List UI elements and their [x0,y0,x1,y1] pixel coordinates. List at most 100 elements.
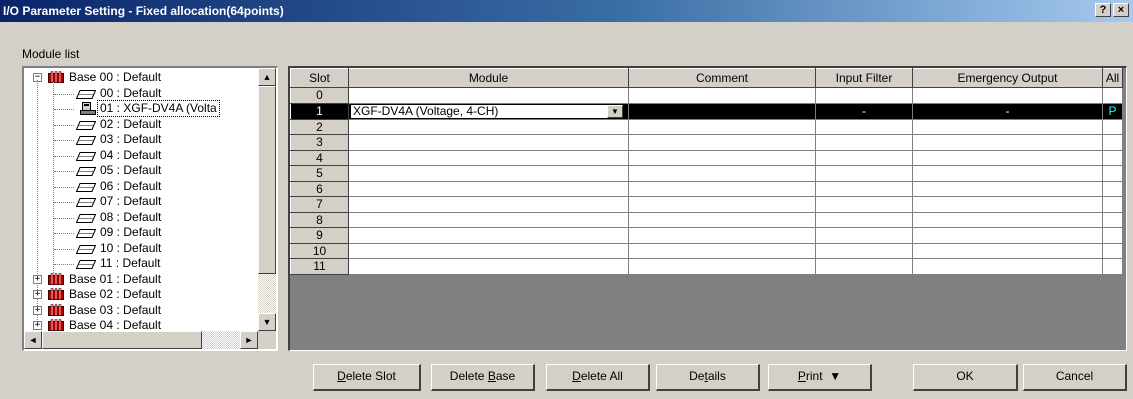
details-button[interactable]: Details [656,364,760,391]
input-filter-cell[interactable] [815,196,913,213]
expand-icon[interactable]: + [33,274,42,284]
module-tree[interactable]: − Base 00 : Default 00 : Default 01 : XGF… [22,66,278,351]
expand-icon[interactable]: + [33,290,42,299]
all-cell[interactable] [1102,134,1123,151]
input-filter-cell[interactable] [815,134,913,151]
scroll-thumb[interactable] [258,86,276,274]
comment-cell[interactable] [628,134,816,151]
tree-item-slot[interactable]: 00 : Default [24,86,258,102]
emergency-output-cell[interactable] [912,134,1103,151]
slot-number-cell[interactable]: 8 [290,211,349,228]
ok-button[interactable]: OK [913,364,1018,391]
scroll-thumb[interactable] [42,331,202,349]
tree-item-base[interactable]: + Base 01 : Default [24,272,258,288]
slot-number-cell[interactable]: 5 [290,165,349,182]
emergency-output-cell[interactable] [912,227,1103,244]
comment-cell[interactable] [628,196,816,213]
tree-item-base[interactable]: + Base 03 : Default [24,303,258,319]
slot-number-cell[interactable]: 1 [290,102,349,120]
slot-number-cell[interactable]: 0 [290,87,349,104]
emergency-output-cell[interactable] [912,87,1103,104]
emergency-output-cell[interactable] [912,165,1103,182]
cancel-button[interactable]: Cancel [1023,364,1127,391]
tree-item-slot[interactable]: 11 : Default [24,256,258,272]
input-filter-cell[interactable] [815,87,913,104]
table-row[interactable]: 8 [290,211,1123,228]
all-cell[interactable] [1102,87,1123,104]
expand-icon[interactable]: + [33,305,42,315]
all-cell[interactable] [1102,196,1123,213]
tree-vertical-scrollbar[interactable]: ▲ ▼ [258,68,276,331]
comment-cell[interactable] [628,227,816,244]
table-row[interactable]: 9 [290,227,1123,244]
input-filter-cell[interactable] [815,243,913,259]
input-filter-cell[interactable] [815,119,913,135]
slot-number-cell[interactable]: 10 [290,242,349,259]
tree-item-slot[interactable]: 02 : Default [24,117,258,133]
column-header-input-filter[interactable]: Input Filter [815,68,913,88]
expand-icon[interactable]: + [33,321,42,330]
tree-item-slot[interactable]: 05 : Default [24,163,258,179]
table-row[interactable]: 6 [290,180,1123,197]
slot-number-cell[interactable]: 6 [290,180,349,197]
slot-number-cell[interactable]: 7 [290,196,349,213]
input-filter-cell[interactable] [815,258,913,275]
tree-item-base[interactable]: + Base 04 : Default [24,318,258,331]
tree-item-base[interactable]: + Base 02 : Default [24,287,258,303]
all-cell[interactable] [1102,165,1123,182]
scroll-up-icon[interactable]: ▲ [258,68,276,86]
column-header-all[interactable]: All [1102,68,1123,88]
comment-cell[interactable] [628,258,816,275]
module-cell[interactable] [348,134,629,151]
print-button[interactable]: Print ▼ [768,364,872,391]
all-cell[interactable]: P [1102,103,1123,120]
tree-item-slot[interactable]: 08 : Default [24,210,258,226]
chevron-down-icon[interactable]: ▼ [607,104,623,118]
input-filter-cell[interactable] [815,150,913,166]
delete-all-button[interactable]: Delete All [546,364,650,391]
input-filter-cell[interactable] [815,212,913,228]
comment-cell[interactable] [628,243,816,259]
table-row[interactable]: 5 [290,165,1123,182]
table-row[interactable]: 4 [290,149,1123,166]
slot-number-cell[interactable]: 2 [290,118,349,135]
all-cell[interactable] [1102,227,1123,244]
comment-cell[interactable] [628,87,816,104]
emergency-output-cell[interactable] [912,196,1103,213]
emergency-output-cell[interactable] [912,212,1103,228]
all-cell[interactable] [1102,150,1123,166]
table-row[interactable]: 11 [290,258,1123,275]
module-cell[interactable] [348,150,629,166]
column-header-comment[interactable]: Comment [628,68,816,88]
help-button[interactable]: ? [1095,3,1111,17]
module-cell[interactable] [348,119,629,135]
module-cell[interactable] [348,243,629,259]
tree-item-slot[interactable]: 10 : Default [24,241,258,257]
tree-item-slot[interactable]: 01 : XGF-DV4A (Volta [24,100,258,117]
module-cell[interactable] [348,227,629,244]
all-cell[interactable] [1102,258,1123,275]
table-row[interactable]: 3 [290,134,1123,151]
tree-item-slot[interactable]: 03 : Default [24,132,258,148]
column-header-emergency-output[interactable]: Emergency Output [912,68,1103,88]
module-cell[interactable] [348,181,629,197]
comment-cell[interactable] [628,212,816,228]
emergency-output-cell[interactable] [912,119,1103,135]
all-cell[interactable] [1102,243,1123,259]
emergency-output-cell[interactable] [912,181,1103,197]
slot-number-cell[interactable]: 3 [290,134,349,151]
comment-cell[interactable] [628,165,816,182]
tree-item-base-00[interactable]: − Base 00 : Default [24,70,258,86]
scroll-left-icon[interactable]: ◄ [24,331,42,349]
input-filter-cell[interactable] [815,181,913,197]
tree-item-slot[interactable]: 09 : Default [24,225,258,241]
title-bar[interactable]: I/O Parameter Setting - Fixed allocation… [0,0,1133,22]
comment-cell[interactable] [628,119,816,135]
input-filter-cell[interactable] [815,165,913,182]
slot-number-cell[interactable]: 11 [290,258,349,275]
input-filter-cell[interactable]: - [815,103,913,120]
comment-cell[interactable] [628,150,816,166]
module-select[interactable]: XGF-DV4A (Voltage, 4-CH) ▼ [350,103,624,118]
scroll-down-icon[interactable]: ▼ [258,313,276,331]
table-row[interactable]: 10 [290,242,1123,259]
